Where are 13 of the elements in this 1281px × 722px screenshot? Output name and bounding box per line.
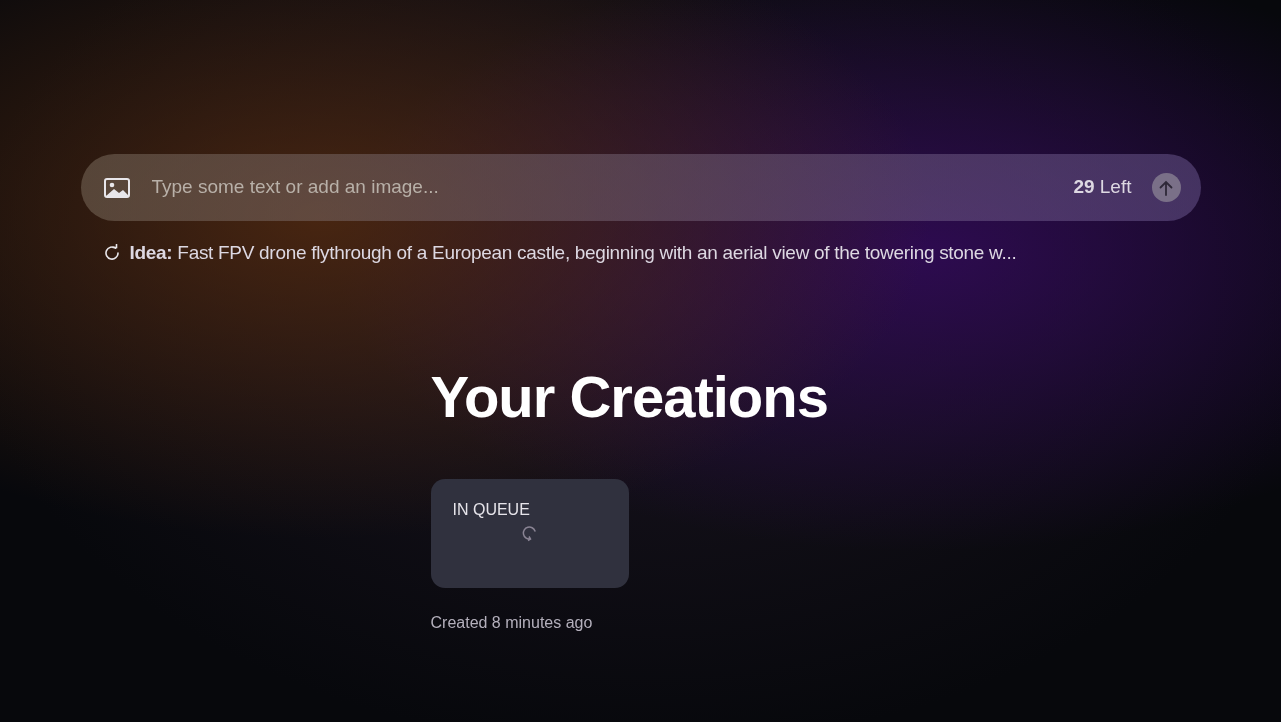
created-time: Created 8 minutes ago [430, 612, 594, 633]
arrow-up-icon [1159, 179, 1173, 196]
status-label: IN QUEUE [452, 499, 531, 520]
creation-card[interactable]: IN QUEUE [430, 478, 629, 588]
section-heading: Your Creations [430, 367, 829, 426]
idea-suggestion[interactable]: Idea: Fast FPV drone flythrough of a European castle, beginning with an aerial view of the towering stone w... [129, 239, 1017, 268]
prompt-input[interactable]: Type some text or add an image... [151, 173, 1074, 202]
prompt-field[interactable]: Type some text or add an image... 29 Left [80, 154, 1201, 221]
image-icon[interactable] [103, 177, 130, 198]
credits-remaining: 29 Left [1073, 175, 1132, 200]
submit-button[interactable] [1151, 173, 1181, 202]
loading-spinner-icon [520, 523, 539, 542]
refresh-icon[interactable] [102, 244, 121, 263]
